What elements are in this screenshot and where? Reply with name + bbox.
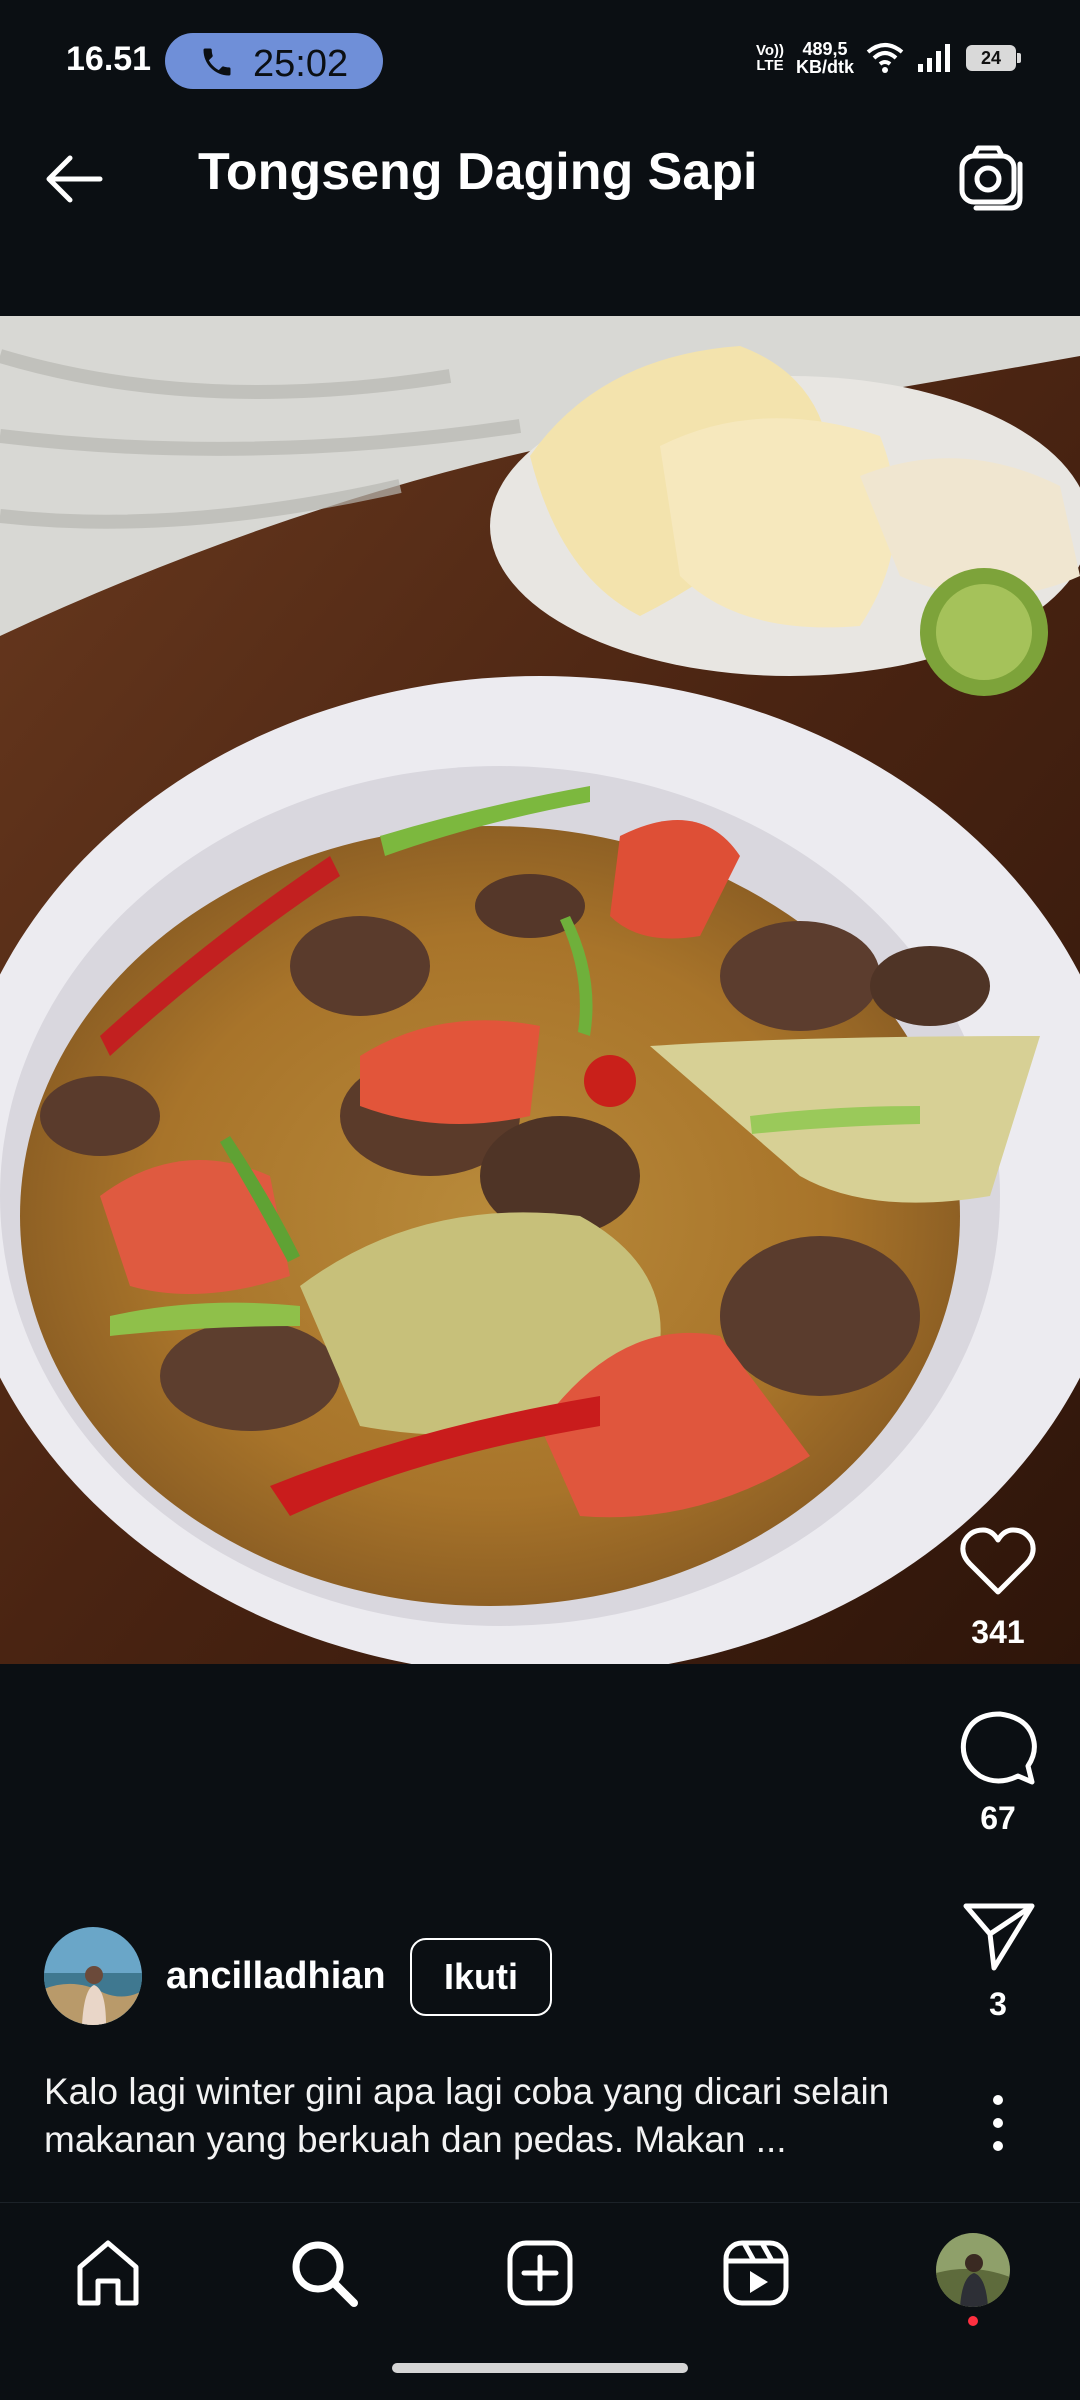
page-title: Tongseng Daging Sapi	[198, 143, 758, 201]
nav-create[interactable]	[500, 2233, 580, 2313]
wifi-icon	[866, 43, 904, 73]
more-options-icon[interactable]	[978, 2088, 1018, 2158]
reels-icon	[723, 2240, 789, 2306]
like-count: 341	[971, 1614, 1025, 1650]
author-avatar[interactable]	[44, 1927, 142, 2025]
comment-action[interactable]: 67	[938, 1706, 1058, 1837]
battery-icon: 24	[966, 45, 1021, 71]
follow-button[interactable]: Ikuti	[410, 1938, 552, 2016]
volte-indicator: Vo)) LTE	[755, 42, 784, 74]
status-bar: 16.51 25:02 Vo)) LTE 489,5 KB/dtk 24	[0, 0, 1080, 92]
network-speed: 489,5 KB/dtk	[796, 39, 854, 77]
nav-home[interactable]	[68, 2233, 148, 2313]
profile-avatar[interactable]	[936, 2233, 1010, 2307]
camera-icon[interactable]	[956, 142, 1026, 212]
status-time: 16.51	[66, 40, 152, 78]
arrow-left-icon[interactable]	[40, 144, 110, 214]
notification-dot	[968, 2316, 978, 2326]
post-image[interactable]	[0, 316, 1080, 1664]
heart-icon[interactable]	[956, 1520, 1040, 1604]
home-indicator[interactable]	[392, 2363, 688, 2373]
status-icons: Vo)) LTE 489,5 KB/dtk 24	[755, 38, 1021, 78]
signal-icon	[918, 44, 950, 72]
create-icon	[507, 2240, 573, 2306]
home-icon	[77, 2240, 139, 2306]
phone-icon	[203, 48, 231, 76]
comment-icon[interactable]	[956, 1706, 1040, 1790]
post-header: Tongseng Daging Sapi	[0, 92, 1080, 316]
ongoing-call-pill[interactable]: 25:02	[165, 33, 383, 89]
author-username[interactable]: ancilladhian	[166, 1955, 386, 1998]
like-action[interactable]: 341	[938, 1520, 1058, 1651]
share-count: 3	[989, 1986, 1007, 2022]
send-icon[interactable]	[956, 1892, 1040, 1976]
nav-search[interactable]	[284, 2233, 364, 2313]
food-photo	[0, 316, 1080, 1664]
call-timer: 25:02	[253, 43, 349, 85]
share-action[interactable]: 3	[938, 1892, 1058, 2023]
search-icon	[292, 2241, 358, 2307]
comment-count: 67	[980, 1800, 1016, 1836]
post-caption[interactable]: Kalo lagi winter gini apa lagi coba yang…	[44, 2068, 944, 2164]
nav-reels[interactable]	[716, 2233, 796, 2313]
